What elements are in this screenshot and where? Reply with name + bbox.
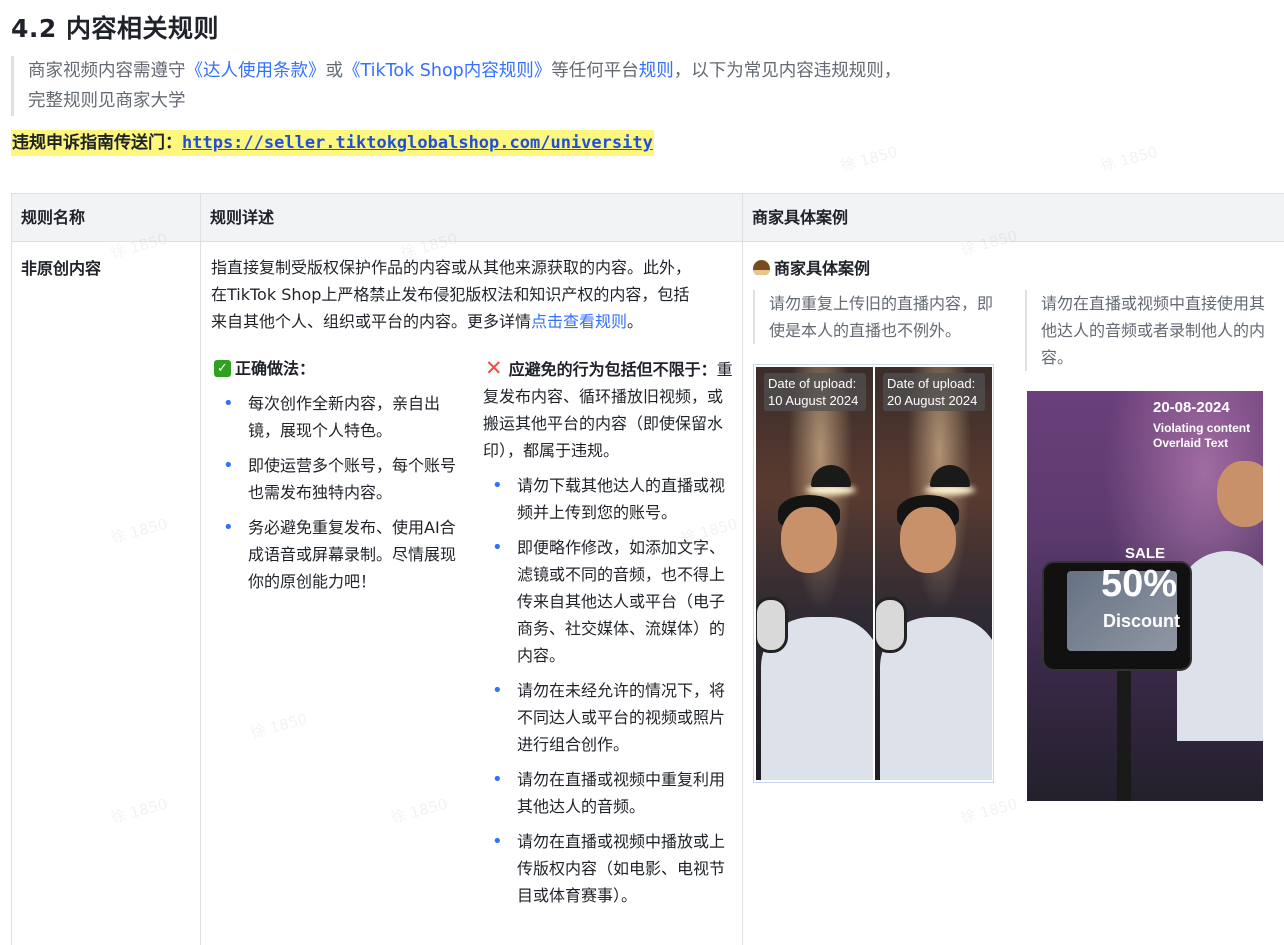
rules-table: 规则名称 规则详述 商家具体案例 非原创内容 指直接复制受版权保护作品的内容或从… bbox=[11, 193, 1284, 945]
header-rule-detail: 规则详述 bbox=[210, 208, 275, 227]
case-quote-2: 请勿在直播或视频中直接使用其他达人的音频或者录制他人的内容。 bbox=[1025, 290, 1280, 371]
intro-quote: 商家视频内容需遵守《达人使用条款》或《TikTok Shop内容规则》等任何平台… bbox=[11, 56, 1011, 116]
content-rules-link[interactable]: 《TikTok Shop内容规则》 bbox=[343, 61, 551, 81]
avoid-list: 请勿下载其他达人的直播或视频并上传到您的账号。 即便略作修改，如添加文字、滤镜或… bbox=[483, 472, 733, 909]
desc-line: 在TikTok Shop上严格禁止发布侵犯版权法和知识产权的内容，包括 bbox=[211, 285, 690, 304]
list-item: 请勿在未经允许的情况下，将不同达人或平台的视频或照片进行组合创作。 bbox=[483, 677, 733, 758]
university-link[interactable]: https://seller.tiktokglobalshop.com/univ… bbox=[182, 133, 653, 153]
correct-list: 每次创作全新内容，亲自出镜，展现个人特色。 即使运营多个账号，每个账号也需发布独… bbox=[214, 390, 464, 595]
column-divider bbox=[742, 194, 743, 945]
list-item: 即便略作修改，如添加文字、滤镜或不同的音频，也不得上传来自其他达人或平台（电子商… bbox=[483, 534, 733, 669]
case-quote-1: 请勿重复上传旧的直播内容，即使是本人的直播也不例外。 bbox=[753, 290, 1003, 344]
case-heading: 商家具体案例 bbox=[753, 255, 870, 279]
check-icon: ✓ bbox=[214, 360, 231, 377]
case-heading-text: 商家具体案例 bbox=[774, 259, 871, 278]
list-item: 务必避免重复发布、使用AI合成语音或屏幕录制。尽情展现你的原创能力吧！ bbox=[214, 514, 464, 595]
table-header: 规则名称 规则详述 商家具体案例 bbox=[12, 194, 1284, 242]
watermark: 徐 1850 bbox=[838, 142, 900, 176]
appeal-guide: 违规申诉指南传送门：https://seller.tiktokglobalsho… bbox=[11, 130, 654, 156]
list-item: 每次创作全新内容，亲自出镜，展现个人特色。 bbox=[214, 390, 464, 444]
person-head bbox=[781, 507, 837, 573]
intro-text: ，以下为常见内容违规规则， bbox=[673, 61, 902, 81]
intro-text: 或 bbox=[325, 61, 344, 81]
video-frame-left: Date of upload: 10 August 2024 bbox=[756, 367, 873, 780]
header-rule-name: 规则名称 bbox=[21, 208, 86, 227]
list-item: 请勿在直播或视频中播放或上传版权内容（如电影、电视节目或体育赛事）。 bbox=[483, 828, 733, 909]
correct-heading: 正确做法： bbox=[235, 359, 316, 378]
header-cases: 商家具体案例 bbox=[752, 208, 849, 227]
chestnut-icon bbox=[753, 259, 770, 275]
person-head bbox=[1217, 461, 1263, 527]
intro-text: 商家视频内容需遵守 bbox=[28, 61, 186, 81]
intro-text: 完整规则见商家大学 bbox=[28, 91, 186, 111]
rules-link[interactable]: 规则 bbox=[639, 61, 674, 81]
overlay-note: Violating content Overlaid Text bbox=[1153, 421, 1251, 450]
case-image-overlay: 20-08-2024 Violating content Overlaid Tex… bbox=[1027, 391, 1263, 801]
column-divider bbox=[200, 194, 201, 945]
cross-icon: ✕ bbox=[485, 356, 503, 380]
person-head bbox=[900, 507, 956, 573]
microphone bbox=[875, 597, 907, 653]
page-title: 4.2 内容相关规则 bbox=[11, 14, 219, 43]
intro-text: 等任何平台 bbox=[551, 61, 639, 81]
tripod bbox=[1117, 671, 1131, 801]
overlay-percent: 50% bbox=[1101, 563, 1178, 605]
terms-link[interactable]: 《达人使用条款》 bbox=[186, 61, 326, 81]
video-frame-right: Date of upload: 20 August 2024 bbox=[875, 367, 992, 780]
overlay-sale: SALE bbox=[1125, 545, 1166, 562]
desc-line: 指直接复制受版权保护作品的内容或从其他来源获取的内容。此外， bbox=[211, 258, 692, 277]
view-rules-link[interactable]: 点击查看规则 bbox=[531, 312, 627, 331]
overlay-date: 20-08-2024 bbox=[1153, 399, 1230, 416]
upload-date-tag: Date of upload: 20 August 2024 bbox=[883, 373, 985, 411]
rule-description: 指直接复制受版权保护作品的内容或从其他来源获取的内容。此外， 在TikTok S… bbox=[211, 254, 731, 335]
watermark: 徐 1850 bbox=[1098, 142, 1160, 176]
list-item: 即使运营多个账号，每个账号也需发布独特内容。 bbox=[214, 452, 464, 506]
list-item: 请勿在直播或视频中重复利用其他达人的音频。 bbox=[483, 766, 733, 820]
rule-name: 非原创内容 bbox=[21, 259, 102, 278]
list-item: 请勿下载其他达人的直播或视频并上传到您的账号。 bbox=[483, 472, 733, 526]
avoid-heading: 应避免的行为包括但不限于： bbox=[508, 360, 717, 379]
microphone bbox=[756, 597, 788, 653]
avoid-practice: ✕ 应避免的行为包括但不限于：重复发布内容、循环播放旧视频，或搬运其他平台的内容（… bbox=[483, 355, 733, 917]
upload-date-tag: Date of upload: 10 August 2024 bbox=[764, 373, 866, 411]
guide-label: 违规申诉指南传送门： bbox=[12, 133, 182, 153]
overlay-discount: Discount bbox=[1103, 611, 1181, 631]
desc-line: 来自其他个人、组织或平台的内容。更多详情 bbox=[211, 312, 532, 331]
correct-practice: ✓正确做法： 每次创作全新内容，亲自出镜，展现个人特色。 即使运营多个账号，每个… bbox=[214, 355, 464, 603]
case-image-reupload: Date of upload: 10 August 2024 Date of up… bbox=[753, 364, 994, 783]
desc-line: 。 bbox=[627, 312, 644, 331]
